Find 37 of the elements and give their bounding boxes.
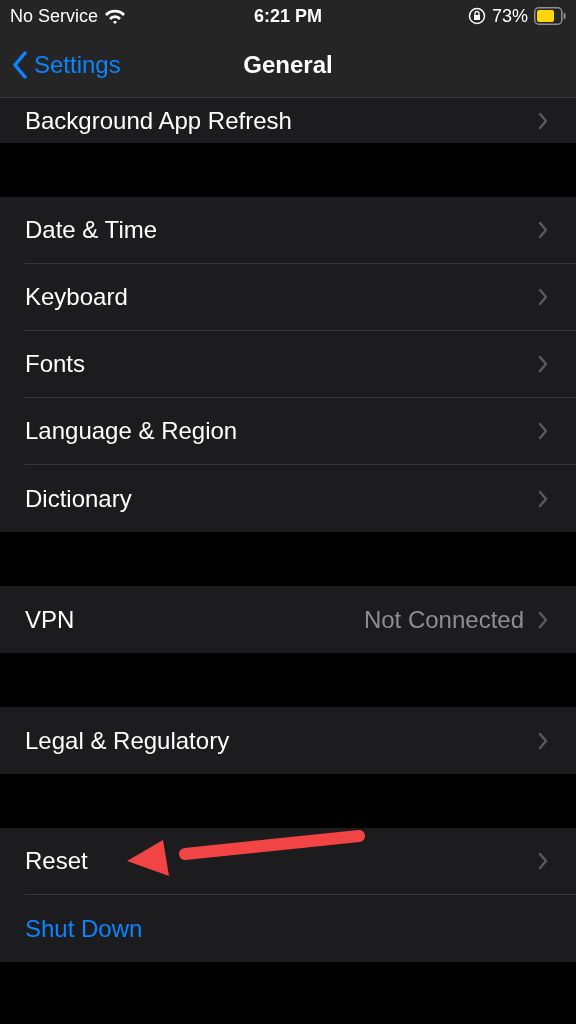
back-button[interactable]: Settings — [0, 49, 127, 80]
battery-percent: 73% — [491, 5, 528, 27]
chevron-icon — [538, 610, 548, 629]
row-label: Legal & Regulatory — [25, 726, 230, 755]
chevron-icon — [538, 731, 548, 750]
rotation-lock-icon — [467, 7, 486, 25]
chevron-icon — [538, 111, 548, 130]
wifi-icon — [104, 8, 127, 24]
chevron-icon — [538, 288, 548, 306]
settings-row[interactable]: Legal & Regulatory — [0, 707, 576, 774]
row-label: Fonts — [25, 350, 86, 378]
row-label: Language & Region — [25, 417, 238, 445]
page-title: General — [243, 50, 333, 79]
carrier-text: No Service — [10, 5, 99, 27]
settings-row[interactable]: Date & Time — [0, 197, 576, 264]
row-label: Dictionary — [25, 484, 132, 513]
row-label: Reset — [25, 847, 88, 875]
settings-row[interactable]: VPN Not Connected — [0, 586, 576, 653]
row-label: Date & Time — [25, 216, 158, 244]
chevron-icon — [538, 489, 548, 508]
row-label: Keyboard — [25, 283, 128, 311]
chevron-icon — [538, 355, 548, 373]
row-value: Not Connected — [363, 605, 524, 634]
battery-icon — [534, 7, 566, 25]
chevron-icon — [538, 852, 548, 870]
chevron-icon — [538, 221, 548, 239]
settings-row[interactable]: Language & Region — [0, 398, 576, 465]
settings-row[interactable]: Fonts — [0, 331, 576, 398]
row-label: VPN — [25, 605, 75, 634]
settings-row[interactable]: Dictionary — [0, 465, 576, 532]
shut-down-link[interactable]: Shut Down — [25, 914, 143, 943]
back-chevron-icon — [12, 50, 28, 79]
row-label: Background App Refresh — [25, 106, 292, 135]
settings-row[interactable]: Keyboard — [0, 264, 576, 331]
chevron-icon — [538, 422, 548, 440]
settings-row[interactable]: Background App Refresh — [0, 98, 576, 143]
time-text: 6:21 PM — [254, 5, 322, 26]
